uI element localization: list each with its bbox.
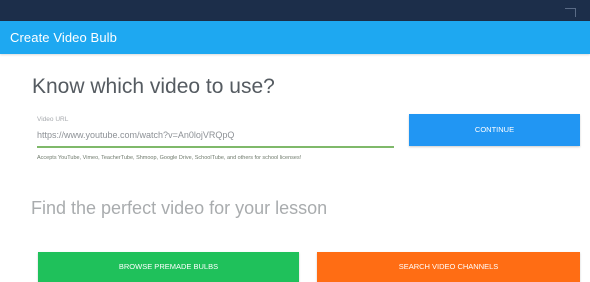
window-corner-icon — [565, 8, 576, 17]
continue-button[interactable]: CONTINUE — [409, 114, 580, 146]
section-heading: Find the perfect video for your lesson — [31, 198, 328, 218]
video-url-help-text: Accepts YouTube, Vimeo, TeacherTube, Shm… — [37, 155, 302, 161]
page-heading: Know which video to use? — [32, 75, 275, 98]
browse-premade-bulbs-button[interactable]: BROWSE PREMADE BULBS — [38, 252, 299, 282]
dialog-title: Create Video Bulb — [10, 30, 117, 45]
video-url-input[interactable] — [37, 124, 394, 148]
video-url-label: Video URL — [37, 116, 69, 123]
dialog-title-bar: Create Video Bulb — [0, 21, 590, 54]
search-video-channels-button[interactable]: SEARCH VIDEO CHANNELS — [317, 252, 580, 282]
